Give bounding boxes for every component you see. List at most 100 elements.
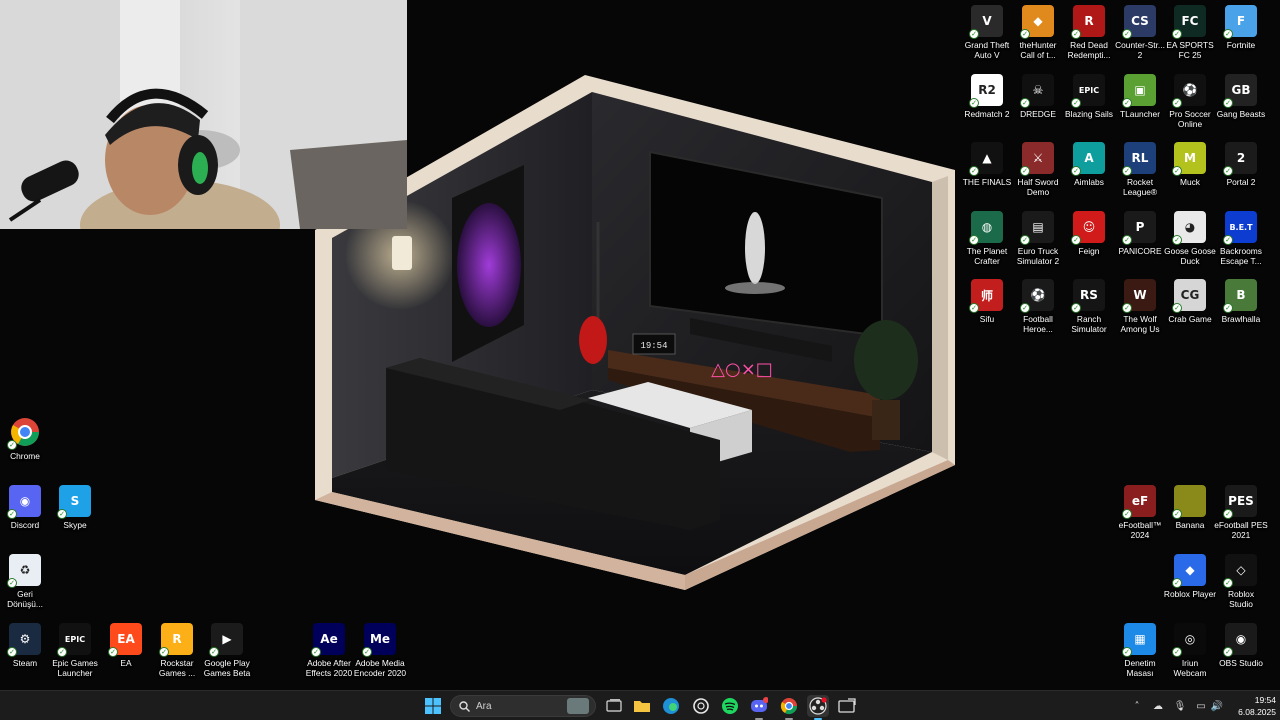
desktop-icon-wolfamongus[interactable]: W ✓ The Wolf Among Us [1114,279,1166,334]
desktop-icon-obs[interactable]: ◉ ✓ OBS Studio [1215,623,1267,668]
sync-check-icon: ✓ [1122,29,1132,39]
guitar [579,316,607,364]
desktop-icon-fc25[interactable]: FC ✓ EA SPORTS FC 25 [1164,5,1216,60]
gplay-icon: ▶ ✓ [209,623,243,657]
start-button[interactable] [422,695,444,717]
file-explorer-button[interactable] [631,695,653,717]
desktop-icon-label: Adobe Media Encoder 2020 [353,658,407,678]
blazing-glyph: EPIC [1078,85,1100,95]
portal2-icon: 2 ✓ [1223,142,1257,176]
cs2-glyph: CS [1131,14,1149,28]
spotify-button[interactable] [719,695,741,717]
desktop-icon-iriun[interactable]: ◎ ✓ Iriun Webcam [1164,623,1216,678]
task-view-icon [606,699,622,712]
desktop-icon-portal2[interactable]: 2 ✓ Portal 2 [1215,142,1267,187]
sync-check-icon: ✓ [311,647,321,657]
obs-icon [809,697,827,715]
tlauncher-icon: ▣ ✓ [1122,74,1156,108]
desktop-icon-skype[interactable]: S ✓ Skype [49,485,101,530]
desktop-icon-fortnite[interactable]: F ✓ Fortnite [1215,5,1267,50]
desktop-icon-me[interactable]: Me ✓ Adobe Media Encoder 2020 [354,623,406,678]
search-input[interactable] [476,700,556,712]
muck-icon: M ✓ [1172,142,1206,176]
network-icon[interactable]: ▭ [1194,699,1208,713]
taskbar: ˄ ☁ 🎙 ▭ 🔊 19:54 6.08.2025 [0,690,1280,720]
search-icon [459,700,470,712]
obs-taskbar-button[interactable] [807,695,829,720]
desktop-icon-robloxstudio[interactable]: ◇ ✓ Roblox Studio [1215,554,1267,609]
robloxstudio-icon: ◇ ✓ [1223,554,1257,588]
efootballpes-icon: PES ✓ [1223,485,1257,519]
desktop-icon-recycle[interactable]: ♻ ✓ Geri Dönüşü... [0,554,51,609]
desktop-icon-efootballpes[interactable]: PES ✓ eFootball PES 2021 [1214,485,1268,540]
desktop-icon-label: Roblox Studio [1227,589,1255,609]
brawlhalla-glyph: B [1236,288,1246,302]
desktop-icon-brawlhalla[interactable]: B ✓ Brawlhalla [1215,279,1267,324]
panicore-glyph: P [1135,220,1145,234]
steam-glyph: ⚙ [19,632,31,646]
sync-check-icon: ✓ [1071,166,1081,176]
discord-taskbar-button[interactable] [748,695,770,720]
desktop-icon-efootball2024[interactable]: eF ✓ eFootball™ 2024 [1114,485,1166,540]
crabgame-glyph: CG [1180,288,1200,302]
sync-check-icon: ✓ [7,647,17,657]
crabgame-icon: CG ✓ [1172,279,1206,313]
edge-button[interactable] [660,695,682,717]
desktop-icon-gplay[interactable]: ▶ ✓ Google Play Games Beta [201,623,253,678]
desktop-icon-ets2[interactable]: ▤ ✓ Euro Truck Simulator 2 [1012,211,1064,266]
sync-check-icon: ✓ [1071,235,1081,245]
webcam-overlay [0,0,407,229]
aimlabs-glyph: A [1084,151,1094,165]
desktop-icon-backrooms[interactable]: B.E.T ✓ Backrooms Escape T... [1215,211,1267,266]
rdr-glyph: R [1084,14,1094,28]
dredge-glyph: ☠ [1032,83,1044,97]
desktop-icon-rocketleague[interactable]: RL ✓ Rocket League® [1114,142,1166,197]
task-view-button[interactable] [603,695,625,717]
desktop-icon-label: Gang Beasts [1216,109,1266,119]
sync-check-icon: ✓ [362,647,372,657]
desktop-icon-halfsword[interactable]: ⚔ ✓ Half Sword Demo [1012,142,1064,197]
sync-check-icon: ✓ [1122,166,1132,176]
chatgpt-button[interactable] [690,695,712,717]
desktop-icon-label: Chrome [10,451,40,461]
taskbar-clock[interactable]: 19:54 6.08.2025 [1226,694,1276,718]
rocketleague-glyph: RL [1131,151,1149,165]
skype-icon: S ✓ [57,485,91,519]
me-glyph: Me [369,632,391,646]
window-app-icon [838,698,856,713]
thehunter-glyph: ◆ [1033,14,1043,28]
prosoccer-glyph: ⚽ [1182,83,1198,97]
sync-check-icon: ✓ [1223,166,1233,176]
sync-check-icon: ✓ [1122,235,1132,245]
sync-check-icon: ✓ [1020,303,1030,313]
microphone-icon[interactable]: 🎙 [1173,699,1187,713]
planetcrafter-icon: ◍ ✓ [969,211,1003,245]
desktop-icon-prosoccer[interactable]: ⚽ ✓ Pro Soccer Online [1164,74,1216,129]
denetim-icon: ▦ ✓ [1122,623,1156,657]
volume-icon[interactable]: 🔊 [1210,699,1224,713]
room-clock-text: 19:54 [640,341,667,351]
folder-icon [634,701,650,712]
backrooms-glyph: B.E.T [1229,222,1253,232]
onedrive-cloud-icon[interactable]: ☁ [1151,699,1165,713]
desktop-icon-chrome[interactable]: ✓ Chrome [0,416,51,461]
obs-glyph: ◉ [1235,632,1247,646]
steam-icon: ⚙ ✓ [7,623,41,657]
dredge-icon: ☠ ✓ [1020,74,1054,108]
gplay-glyph: ▶ [222,632,232,646]
muck-glyph: M [1184,151,1196,165]
wall-lamp [392,236,412,270]
show-hidden-icons-chevron-icon[interactable]: ˄ [1130,699,1144,713]
desktop-icon-epic[interactable]: EPIC ✓ Epic Games Launcher [49,623,101,678]
sync-check-icon: ✓ [108,647,118,657]
sync-check-icon: ✓ [1223,303,1233,313]
aimlabs-icon: A ✓ [1071,142,1105,176]
sync-check-icon: ✓ [1020,29,1030,39]
sync-check-icon: ✓ [1172,29,1182,39]
desktop-icon-gangbeasts[interactable]: GB ✓ Gang Beasts [1215,74,1267,119]
taskbar-search[interactable] [450,695,596,717]
desktop-icon-label: OBS Studio [1219,658,1263,668]
sync-check-icon: ✓ [1020,235,1030,245]
chrome-taskbar-button[interactable] [778,695,800,720]
app-taskbar-button[interactable] [836,695,858,717]
